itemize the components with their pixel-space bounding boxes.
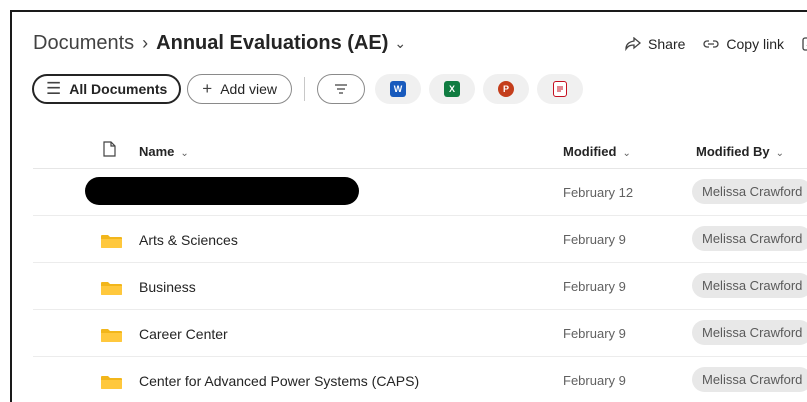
filter-button[interactable] bbox=[317, 74, 366, 104]
redacted-name bbox=[85, 177, 359, 205]
name-column-label: Name bbox=[139, 144, 175, 159]
new-forms-button[interactable] bbox=[537, 74, 584, 104]
chevron-down-icon: ⌄ bbox=[180, 148, 189, 159]
table-row[interactable]: Business February 9 Melissa Crawford bbox=[33, 263, 807, 310]
name-column-header[interactable]: Name ⌄ bbox=[139, 144, 189, 159]
chevron-down-icon[interactable]: ⌄ bbox=[394, 35, 406, 52]
folder-icon bbox=[101, 282, 122, 295]
open-in-new-button[interactable] bbox=[802, 37, 807, 51]
document-library-frame: Documents › Annual Evaluations (AE) ⌄ Sh… bbox=[10, 10, 807, 402]
copy-link-label: Copy link bbox=[726, 36, 784, 52]
modified-date: February 9 bbox=[563, 373, 626, 388]
all-documents-label: All Documents bbox=[69, 81, 168, 97]
add-view-button[interactable]: + Add view bbox=[187, 74, 293, 104]
modified-date: February 9 bbox=[563, 279, 626, 294]
modified-column-label: Modified bbox=[563, 144, 617, 159]
breadcrumb-current-folder[interactable]: Annual Evaluations (AE) bbox=[156, 32, 388, 55]
list-icon: ☰ bbox=[46, 79, 62, 98]
table-row[interactable]: February 12 Melissa Crawford bbox=[33, 169, 807, 216]
modified-by-column-label: Modified By bbox=[696, 144, 770, 159]
link-icon bbox=[703, 40, 719, 48]
toolbar-divider bbox=[304, 77, 306, 101]
modified-column-header[interactable]: Modified ⌄ bbox=[563, 144, 631, 159]
view-toolbar: ☰ All Documents + Add view W X P bbox=[32, 74, 584, 104]
folder-icon bbox=[101, 329, 122, 342]
chevron-down-icon: ⌄ bbox=[622, 148, 631, 159]
filter-icon bbox=[335, 84, 348, 94]
folder-name[interactable]: Business bbox=[139, 279, 196, 295]
modified-date: February 9 bbox=[563, 232, 626, 247]
powerpoint-icon: P bbox=[498, 81, 515, 97]
modified-by-column-header[interactable]: Modified By ⌄ bbox=[696, 144, 784, 159]
folder-name[interactable]: Center for Advanced Power Systems (CAPS) bbox=[139, 373, 419, 389]
modified-by-user[interactable]: Melissa Crawford bbox=[692, 367, 807, 392]
table-row[interactable]: Career Center February 9 Melissa Crawfor… bbox=[33, 310, 807, 357]
table-header: Name ⌄ Modified ⌄ Modified By ⌄ bbox=[33, 132, 807, 169]
modified-by-user[interactable]: Melissa Crawford bbox=[692, 320, 807, 345]
new-excel-workbook-button[interactable]: X bbox=[429, 74, 476, 104]
header-actions: Share Copy link bbox=[625, 36, 807, 52]
folder-name[interactable]: Career Center bbox=[139, 326, 228, 342]
modified-date: February 12 bbox=[563, 185, 634, 200]
plus-icon: + bbox=[202, 79, 213, 98]
chevron-down-icon: ⌄ bbox=[775, 148, 785, 159]
modified-by-user[interactable]: Melissa Crawford bbox=[692, 226, 807, 251]
word-icon: W bbox=[390, 81, 407, 97]
modified-date: February 9 bbox=[563, 326, 626, 341]
table-row[interactable]: Center for Advanced Power Systems (CAPS)… bbox=[33, 357, 807, 402]
folder-name[interactable]: Arts & Sciences bbox=[139, 232, 238, 248]
excel-icon: X bbox=[444, 81, 461, 97]
add-view-label: Add view bbox=[220, 81, 278, 97]
modified-by-user[interactable]: Melissa Crawford bbox=[692, 179, 807, 204]
all-documents-view-button[interactable]: ☰ All Documents bbox=[32, 74, 182, 104]
share-label: Share bbox=[648, 36, 686, 52]
new-powerpoint-button[interactable]: P bbox=[483, 74, 530, 104]
folder-icon bbox=[101, 235, 122, 248]
open-external-icon bbox=[802, 37, 807, 51]
forms-icon bbox=[553, 81, 568, 97]
modified-by-user[interactable]: Melissa Crawford bbox=[692, 273, 807, 298]
new-word-document-button[interactable]: W bbox=[375, 74, 422, 104]
share-icon bbox=[625, 37, 642, 51]
file-type-icon bbox=[103, 141, 116, 157]
breadcrumb-separator: › bbox=[142, 33, 149, 53]
share-button[interactable]: Share bbox=[625, 36, 685, 52]
table-row[interactable]: Arts & Sciences February 9 Melissa Crawf… bbox=[33, 216, 807, 263]
breadcrumb: Documents › Annual Evaluations (AE) ⌄ bbox=[33, 32, 406, 55]
folder-icon bbox=[101, 376, 122, 389]
copy-link-button[interactable]: Copy link bbox=[703, 36, 784, 52]
breadcrumb-documents-link[interactable]: Documents bbox=[33, 32, 134, 55]
